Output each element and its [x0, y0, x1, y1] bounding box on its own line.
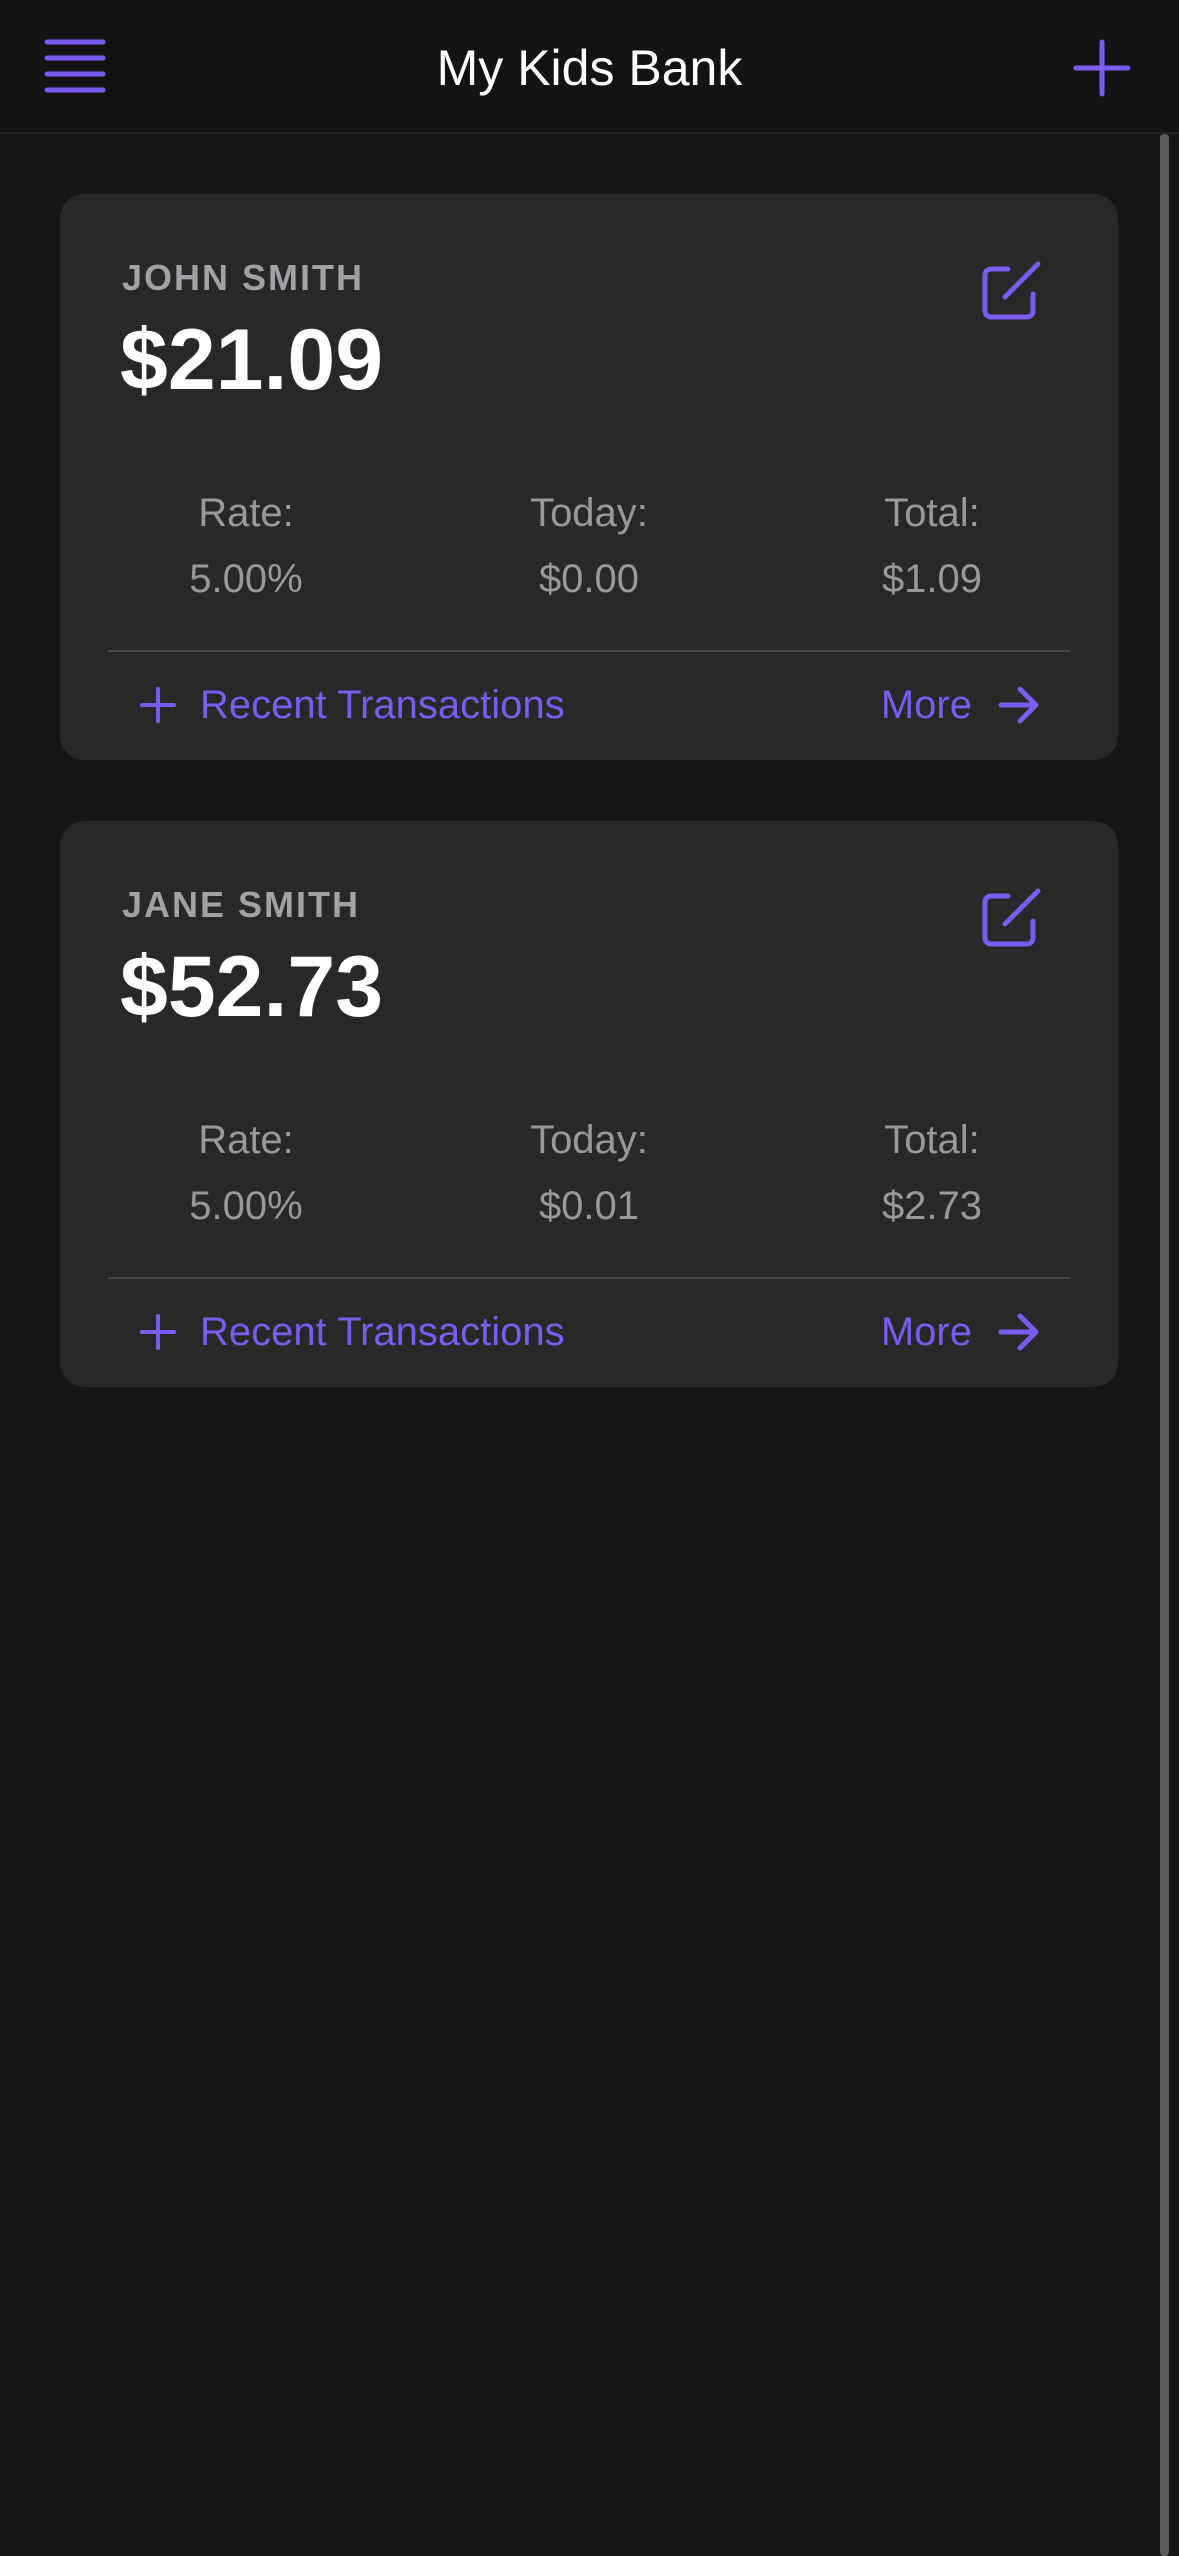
more-button[interactable]: More: [881, 674, 1040, 736]
today-stat: Today: $0.01: [439, 1115, 739, 1231]
recent-transactions-button[interactable]: Recent Transactions: [140, 674, 565, 736]
today-stat: Today: $0.00: [439, 488, 739, 604]
today-label: Today:: [530, 491, 648, 535]
account-balance: $52.73: [120, 939, 384, 1035]
divider: [108, 1277, 1070, 1279]
more-label: More: [880, 1310, 972, 1354]
recent-transactions-label: Recent Transactions: [200, 683, 565, 727]
add-account-button[interactable]: [1072, 38, 1132, 98]
divider: [108, 650, 1070, 652]
account-name: JOHN SMITH: [122, 257, 365, 298]
total-label: Total:: [884, 1118, 980, 1162]
rate-stat: Rate: 5.00%: [96, 1115, 396, 1231]
total-stat: Total: $1.09: [782, 488, 1082, 604]
edit-square-pencil-icon: [982, 888, 1041, 947]
account-balance: $21.09: [120, 312, 384, 408]
recent-transactions-button[interactable]: Recent Transactions: [140, 1301, 565, 1363]
edit-square-pencil-icon: [982, 261, 1041, 320]
total-value: $2.73: [881, 1184, 983, 1228]
rate-label: Rate:: [198, 1118, 294, 1162]
plus-icon: [140, 687, 176, 723]
arrow-right-icon: [998, 1313, 1039, 1351]
more-label: More: [880, 683, 972, 727]
today-value: $0.01: [538, 1184, 640, 1228]
account-name: JANE SMITH: [122, 884, 361, 925]
rate-value: 5.00%: [189, 1184, 303, 1228]
today-value: $0.00: [538, 557, 640, 601]
rate-value: 5.00%: [189, 557, 303, 601]
recent-transactions-label: Recent Transactions: [200, 1310, 565, 1354]
arrow-right-icon: [998, 686, 1039, 724]
more-button[interactable]: More: [881, 1301, 1040, 1363]
total-label: Total:: [884, 491, 980, 535]
edit-account-button[interactable]: [978, 885, 1044, 951]
total-stat: Total: $2.73: [782, 1115, 1082, 1231]
plus-icon: [1073, 39, 1131, 97]
scrollbar[interactable]: [1160, 134, 1169, 2556]
total-value: $1.09: [881, 557, 983, 601]
account-card: JOHN SMITH $21.09 Rate: 5.00% Today: $0.…: [60, 194, 1118, 760]
nav-bar: My Kids Bank: [0, 0, 1179, 134]
rate-label: Rate:: [198, 491, 294, 535]
plus-icon: [140, 1314, 176, 1350]
account-card: JANE SMITH $52.73 Rate: 5.00% Today: $0.…: [60, 821, 1118, 1387]
today-label: Today:: [530, 1118, 648, 1162]
edit-account-button[interactable]: [978, 258, 1044, 324]
page-title: My Kids Bank: [436, 40, 743, 96]
rate-stat: Rate: 5.00%: [96, 488, 396, 604]
